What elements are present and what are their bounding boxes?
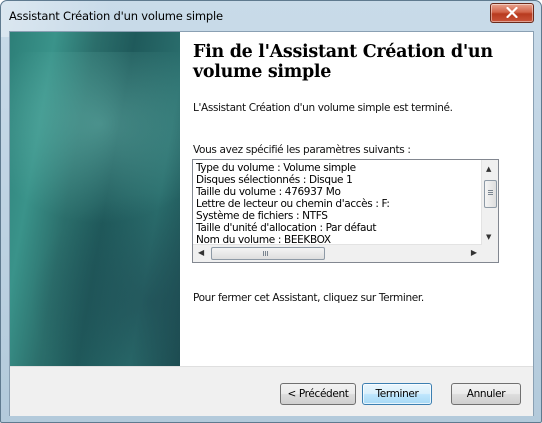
close-instruction: Pour fermer cet Assistant, cliquez sur T… (193, 292, 424, 304)
list-item: Type du volume : Volume simple (196, 162, 356, 174)
wizard-window: Assistant Création d'un volume simple Fi… (0, 0, 542, 423)
wizard-side-banner (10, 32, 180, 366)
cancel-button[interactable]: Annuler (451, 383, 521, 405)
close-x-icon (506, 7, 518, 18)
page-title: Fin de l'Assistant Création d'un volume … (193, 42, 493, 82)
list-item: Taille du volume : 476937 Mo (196, 186, 341, 198)
vertical-scrollbar[interactable]: ▲ ▼ (481, 160, 498, 246)
scroll-right-arrow-icon[interactable]: ▶ (471, 248, 477, 257)
finish-button[interactable]: Terminer (362, 383, 432, 405)
list-item: Système de fichiers : NTFS (196, 210, 328, 222)
title-bar[interactable]: Assistant Création d'un volume simple (1, 1, 541, 31)
scroll-down-arrow-icon[interactable]: ▼ (486, 233, 491, 241)
scroll-left-arrow-icon[interactable]: ◀ (198, 248, 204, 257)
window-title: Assistant Création d'un volume simple (9, 9, 223, 23)
list-item: Taille d'unité d'allocation : Par défaut (196, 222, 377, 234)
params-list: Type du volume : Volume simple Disques s… (196, 162, 480, 246)
wizard-body: Fin de l'Assistant Création d'un volume … (9, 31, 534, 416)
horizontal-scroll-thumb[interactable] (211, 247, 325, 260)
list-item: Disques sélectionnés : Disque 1 (196, 174, 353, 186)
close-button[interactable] (490, 3, 534, 23)
wizard-content: Fin de l'Assistant Création d'un volume … (190, 32, 530, 366)
horizontal-scrollbar[interactable]: ◀ ▶ (193, 244, 482, 262)
button-bar: < Précédent Terminer Annuler (10, 366, 533, 416)
list-item: Lettre de lecteur ou chemin d'accès : F: (196, 198, 390, 210)
scroll-corner (481, 245, 498, 262)
previous-button[interactable]: < Précédent (280, 383, 356, 405)
params-label: Vous avez spécifié les paramètres suivan… (193, 144, 411, 156)
params-listbox[interactable]: Type du volume : Volume simple Disques s… (192, 159, 499, 263)
scroll-up-arrow-icon[interactable]: ▲ (486, 165, 491, 173)
completed-text: L'Assistant Création d'un volume simple … (193, 102, 453, 114)
vertical-scroll-thumb[interactable] (484, 180, 497, 208)
